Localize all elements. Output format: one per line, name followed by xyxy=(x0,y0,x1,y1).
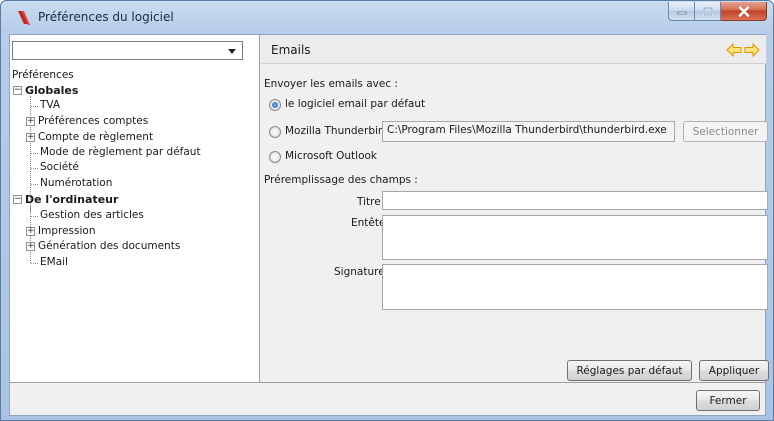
tree-connector xyxy=(31,216,38,217)
tree-item-impression[interactable]: Impression xyxy=(38,224,95,239)
window-title: Préférences du logiciel xyxy=(38,10,174,24)
tree-item-email[interactable]: EMail xyxy=(40,255,68,270)
title-field-label: Titre xyxy=(357,196,381,208)
tree-group-de-l-ordinateur[interactable]: De l'ordinateur xyxy=(25,192,118,207)
send-with-label: Envoyer les emails avec : xyxy=(264,78,398,90)
radio-thunderbird[interactable] xyxy=(269,126,281,138)
tree-connector xyxy=(31,184,38,185)
tree-item-gestion-des-articles[interactable]: Gestion des articles xyxy=(40,208,144,223)
select-thunderbird-button[interactable]: Selectionner xyxy=(683,121,768,142)
header-textarea[interactable] xyxy=(382,215,768,260)
prefill-section-label: Préremplissage des champs : xyxy=(264,174,418,186)
minimize-button[interactable] xyxy=(668,2,695,21)
tree-group-globales[interactable]: Globales xyxy=(25,83,78,98)
arrow-right-icon[interactable] xyxy=(744,43,760,57)
expand-icon[interactable]: + xyxy=(26,227,35,236)
expand-icon[interactable]: + xyxy=(26,242,35,251)
tree-root[interactable]: Préférences xyxy=(12,68,74,83)
tree-item-preferences-comptes[interactable]: Préférences comptes xyxy=(38,114,148,129)
close-icon xyxy=(738,5,749,17)
signature-field-label: Signature xyxy=(334,266,385,278)
dialog-footer: Fermer xyxy=(10,382,765,415)
minimize-icon xyxy=(677,11,686,15)
tree-connector xyxy=(31,168,38,169)
reset-defaults-button[interactable]: Réglages par défaut xyxy=(567,360,692,381)
panel-navigation xyxy=(726,43,760,57)
tree-item-societe[interactable]: Société xyxy=(40,160,79,175)
radio-default-client-label[interactable]: le logiciel email par défaut xyxy=(285,98,425,110)
panel-header: Emails xyxy=(261,35,766,64)
app-logo-icon xyxy=(18,11,30,25)
radio-outlook[interactable] xyxy=(269,151,281,163)
category-combo[interactable] xyxy=(12,41,243,60)
arrow-left-icon[interactable] xyxy=(726,43,742,57)
tree-connector xyxy=(31,263,38,264)
preferences-tree-panel: Préférences − Globales TVA + Préférences… xyxy=(10,35,260,382)
collapse-icon[interactable]: − xyxy=(13,195,22,204)
tree-item-numerotation[interactable]: Numérotation xyxy=(40,176,112,191)
tree-item-tva[interactable]: TVA xyxy=(40,98,60,113)
tree-connector xyxy=(31,153,38,154)
expand-icon[interactable]: + xyxy=(26,133,35,142)
tree-item-generation-des-documents[interactable]: Génération des documents xyxy=(38,239,180,254)
maximize-icon xyxy=(702,6,713,16)
panel-title: Emails xyxy=(271,43,311,57)
tree-item-compte-de-reglement[interactable]: Compte de règlement xyxy=(38,130,153,145)
radio-outlook-label[interactable]: Microsoft Outlook xyxy=(285,150,377,162)
preferences-window: Préférences du logiciel Préférences − Gl… xyxy=(0,0,774,421)
header-field-label: Entête xyxy=(351,217,386,229)
collapse-icon[interactable]: − xyxy=(13,86,22,95)
close-dialog-button[interactable]: Fermer xyxy=(696,390,760,411)
tree-connector xyxy=(31,106,38,107)
client-area: Préférences − Globales TVA + Préférences… xyxy=(9,34,769,416)
thunderbird-path-field: C:\Program Files\Mozilla Thunderbird\thu… xyxy=(382,121,675,142)
title-input[interactable] xyxy=(382,191,768,210)
title-bar[interactable]: Préférences du logiciel xyxy=(1,1,773,34)
chevron-down-icon[interactable] xyxy=(228,49,236,54)
signature-textarea[interactable] xyxy=(382,264,768,310)
maximize-button[interactable] xyxy=(695,2,721,21)
tree-item-mode-de-reglement[interactable]: Mode de règlement par défaut xyxy=(40,145,201,160)
expand-icon[interactable]: + xyxy=(26,117,35,126)
radio-thunderbird-label[interactable]: Mozilla Thunderbird xyxy=(285,125,389,137)
window-controls xyxy=(668,2,767,22)
radio-default-client[interactable] xyxy=(269,99,281,111)
close-window-button[interactable] xyxy=(721,2,767,21)
apply-button[interactable]: Appliquer xyxy=(699,360,769,381)
